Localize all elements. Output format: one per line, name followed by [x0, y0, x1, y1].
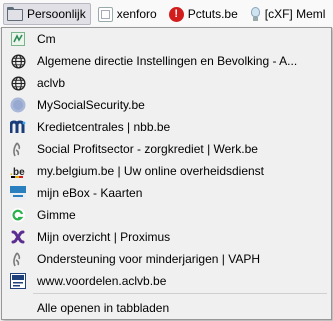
menu-item-proximus[interactable]: Mijn overzicht | Proximus [2, 226, 331, 248]
menu-item-my-belgium[interactable]: . be my.belgium.be | Uw online overheidsd… [2, 160, 331, 182]
menu-item-nbb[interactable]: Kredietcentrales | nbb.be [2, 116, 331, 138]
toolbar-item-label: Pctuts.be [187, 7, 238, 21]
menu-item-werk[interactable]: Social Profitsector - zorgkrediet | Werk… [2, 138, 331, 160]
menu-item-label: Ondersteuning voor minderjarigen | VAPH [37, 252, 261, 266]
menu-item-mysocialsecurity[interactable]: MySocialSecurity.be [2, 94, 331, 116]
menu-item-label: aclvb [37, 76, 66, 90]
folder-icon [97, 6, 113, 22]
cm-icon [10, 31, 26, 47]
menu-item-label: Gimme [37, 208, 76, 222]
toolbar-bookmark-cxf[interactable]: [cXF] Meml [246, 3, 331, 25]
menu-item-aclvb[interactable]: aclvb [2, 72, 331, 94]
toolbar-item-label: [cXF] Meml [264, 7, 326, 21]
bookmarks-toolbar: Persoonlijk xenforo ! Pctuts.be [cXF] Me… [0, 0, 333, 29]
menu-item-label: Algemene directie Instellingen en Bevolk… [37, 54, 298, 68]
menu-item-vaph[interactable]: Ondersteuning voor minderjarigen | VAPH [2, 248, 331, 270]
toolbar-bookmark-pctuts[interactable]: ! Pctuts.be [165, 3, 243, 25]
globe-icon [10, 53, 26, 69]
menu-item-voordelen-aclvb[interactable]: www.voordelen.aclvb.be [2, 270, 331, 292]
menu-item-label: Mijn overzicht | Proximus [37, 230, 171, 244]
menu-item-label: Cm [37, 32, 56, 46]
menu-item-label: Social Profitsector - zorgkrediet | Werk… [37, 142, 258, 156]
ebox-icon [10, 185, 26, 201]
pctuts-icon: ! [168, 6, 184, 22]
bulb-icon [250, 6, 261, 22]
menu-item-label: Kredietcentrales | nbb.be [37, 120, 171, 134]
vaph-icon [10, 251, 26, 267]
toolbar-folder-xenforo[interactable]: xenforo [94, 3, 162, 25]
toolbar-item-label: Persoonlijk [27, 7, 86, 21]
menu-item-algemene-directie[interactable]: Algemene directie Instellingen en Bevolk… [2, 50, 331, 72]
open-all-in-tabs-label: Alle openen in tabbladen [37, 301, 170, 315]
globe-icon [10, 75, 26, 91]
menu-item-gimme[interactable]: Gimme [2, 204, 331, 226]
open-all-in-tabs-item[interactable]: Alle openen in tabbladen [2, 297, 331, 319]
bookmarks-folder-menu: Cm Algemene directie Instellingen en Bev… [1, 27, 332, 320]
mysocialsecurity-icon [10, 97, 26, 113]
menu-item-label: MySocialSecurity.be [37, 98, 145, 112]
aclvb-voordelen-icon [10, 273, 26, 289]
werk-icon [10, 141, 26, 157]
menu-separator [33, 293, 327, 294]
folder-icon [7, 7, 23, 21]
menu-item-label: www.voordelen.aclvb.be [37, 274, 167, 288]
toolbar-item-label: xenforo [116, 7, 157, 21]
belgium-be-icon: . be [10, 163, 26, 179]
gimme-icon [10, 207, 26, 223]
toolbar-folder-persoonlijk[interactable]: Persoonlijk [3, 3, 91, 25]
menu-item-label: my.belgium.be | Uw online overheidsdiens… [37, 164, 265, 178]
menu-item-label: mijn eBox - Kaarten [37, 186, 143, 200]
menu-item-cm[interactable]: Cm [2, 28, 331, 50]
menu-item-ebox[interactable]: mijn eBox - Kaarten [2, 182, 331, 204]
proximus-icon [10, 229, 26, 245]
nbb-icon [10, 119, 26, 135]
